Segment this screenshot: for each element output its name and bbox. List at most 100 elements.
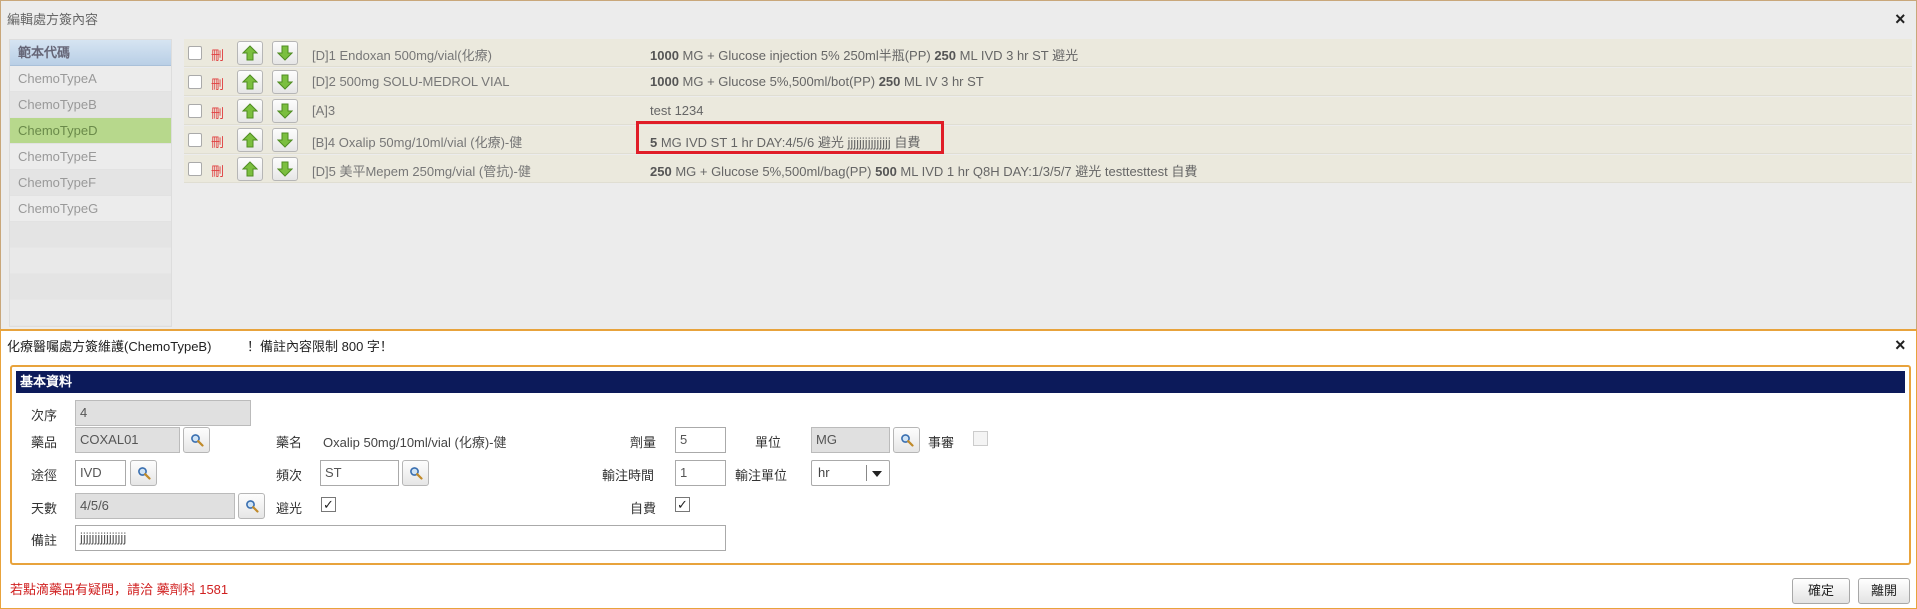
delete-link[interactable]: 刪	[211, 132, 224, 151]
move-up-button[interactable]	[237, 128, 263, 152]
row-checkbox[interactable]	[188, 162, 202, 176]
section-title: 基本資料	[16, 371, 1905, 393]
prescription-row[interactable]: 刪 [A]3 test 1234	[184, 97, 1912, 125]
arrow-down-icon	[277, 103, 293, 119]
close-icon[interactable]: ×	[1895, 336, 1906, 354]
magnifier-icon	[191, 434, 204, 447]
arrow-down-icon	[277, 45, 293, 61]
freq-label: 頻次	[276, 468, 303, 483]
self-pay-label: 自費	[630, 501, 657, 516]
route-field[interactable]: IVD	[75, 460, 126, 486]
freq-search-button[interactable]	[402, 460, 429, 486]
delete-link[interactable]: 刪	[211, 45, 224, 64]
arrow-up-icon	[242, 103, 258, 119]
move-up-button[interactable]	[237, 70, 263, 94]
prescription-row[interactable]: 刪 [D]1 Endoxan 500mg/vial(化療) 1000 MG + …	[184, 39, 1912, 67]
drug-code-field[interactable]: COXAL01	[75, 427, 180, 453]
row-dose: 250	[650, 164, 672, 179]
row-dose: 1000	[650, 74, 679, 89]
row-detail: 5 MG IVD ST 1 hr DAY:4/5/6 避光 jjjjjjjjjj…	[650, 132, 920, 151]
row-checkbox[interactable]	[188, 104, 202, 118]
arrow-up-icon	[242, 45, 258, 61]
sidebar-item-chemotypea[interactable]: ChemoTypeA	[10, 66, 171, 92]
light-protect-label: 避光	[276, 501, 303, 516]
drug-search-button[interactable]	[183, 427, 210, 453]
sidebar-item-chemotypeb[interactable]: ChemoTypeB	[10, 92, 171, 118]
close-icon[interactable]: ×	[1895, 10, 1906, 28]
drug-name-value: Oxalip 50mg/10ml/vial (化療)-健	[323, 435, 507, 450]
row-dose: 1000	[650, 48, 679, 63]
freq-field[interactable]: ST	[320, 460, 399, 486]
row-detail-a: MG IVD ST 1 hr DAY:4/5/6 避光 jjjjjjjjjjjj…	[657, 135, 921, 150]
row-drug-name: [A]3	[312, 103, 336, 118]
row-detail-a: MG + Glucose injection 5% 250ml半瓶(PP)	[678, 48, 935, 63]
arrow-down-icon	[277, 132, 293, 148]
infuse-time-field[interactable]: 1	[675, 460, 726, 486]
seq-field[interactable]: 4	[75, 400, 251, 426]
dialog-title: 化療醫囑處方簽維護(ChemoTypeB)	[7, 339, 212, 354]
row-checkbox[interactable]	[188, 46, 202, 60]
unit-field[interactable]: MG	[811, 427, 890, 453]
sidebar-item-chemotypeg[interactable]: ChemoTypeG	[10, 196, 171, 222]
review-checkbox[interactable]	[973, 431, 988, 446]
move-up-button[interactable]	[237, 41, 263, 65]
row-drug-name: [D]1 Endoxan 500mg/vial(化療)	[312, 48, 492, 63]
remark-field[interactable]: jjjjjjjjjjjjjjjj	[75, 525, 726, 551]
row-drug-name: [D]5 美平Mepem 250mg/vial (管抗)-健	[312, 164, 531, 179]
row-drug-name: [B]4 Oxalip 50mg/10ml/vial (化療)-健	[312, 135, 523, 150]
infuse-time-label: 輸注時間	[602, 468, 655, 483]
row-checkbox[interactable]	[188, 75, 202, 89]
select-separator	[866, 465, 867, 481]
move-down-button[interactable]	[272, 41, 298, 65]
days-field[interactable]: 4/5/6	[75, 493, 235, 519]
arrow-up-icon	[242, 74, 258, 90]
move-down-button[interactable]	[272, 99, 298, 123]
arrow-down-icon	[277, 161, 293, 177]
row-volume: 500	[875, 164, 897, 179]
confirm-button[interactable]: 確定	[1792, 578, 1850, 604]
dose-label: 劑量	[630, 435, 657, 450]
delete-link[interactable]: 刪	[211, 161, 224, 180]
move-up-button[interactable]	[237, 157, 263, 181]
sidebar-item-chemotyped[interactable]: ChemoTypeD	[10, 118, 171, 144]
move-down-button[interactable]	[272, 157, 298, 181]
basic-info-panel: 基本資料 次序 4 藥品 COXAL01 藥名 Oxalip 50mg/10ml…	[10, 365, 1911, 565]
drug-label: 藥品	[31, 435, 58, 450]
edit-prescription-window: 編輯處方簽內容 × 範本代碼 ChemoTypeA ChemoTypeB Che…	[0, 0, 1917, 330]
row-detail-b: ML IV 3 hr ST	[900, 74, 984, 89]
self-pay-checkbox[interactable]: ✓	[675, 497, 690, 512]
chemo-order-dialog: 化療醫囑處方簽維護(ChemoTypeB) ！備註內容限制 800 字！ × 基…	[0, 329, 1917, 609]
row-detail: 1000 MG + Glucose 5%,500ml/bot(PP) 250 M…	[650, 74, 984, 89]
infuse-unit-select[interactable]: hr	[811, 460, 890, 486]
review-label: 事審	[928, 435, 955, 450]
prescription-row[interactable]: 刪 [B]4 Oxalip 50mg/10ml/vial (化療)-健 5 MG…	[184, 126, 1912, 154]
seq-label: 次序	[31, 408, 58, 423]
dose-field[interactable]: 5	[675, 427, 726, 453]
prescription-row[interactable]: 刪 [D]5 美平Mepem 250mg/vial (管抗)-健 250 MG …	[184, 155, 1912, 183]
row-detail: 1000 MG + Glucose injection 5% 250ml半瓶(P…	[650, 45, 1078, 64]
move-up-button[interactable]	[237, 99, 263, 123]
row-detail-a: MG + Glucose 5%,500ml/bot(PP)	[678, 74, 879, 89]
window-title: 編輯處方簽內容	[7, 12, 99, 27]
row-detail-a: MG + Glucose 5%,500ml/bag(PP)	[671, 164, 876, 179]
magnifier-icon	[901, 434, 914, 447]
unit-search-button[interactable]	[893, 427, 920, 453]
move-down-button[interactable]	[272, 128, 298, 152]
leave-button[interactable]: 離開	[1858, 578, 1910, 604]
row-volume: 250	[934, 48, 957, 63]
route-search-button[interactable]	[130, 460, 157, 486]
row-checkbox[interactable]	[188, 133, 202, 147]
sidebar-item-chemotypee[interactable]: ChemoTypeE	[10, 144, 171, 170]
delete-link[interactable]: 刪	[211, 103, 224, 122]
infuse-unit-label: 輸注單位	[735, 468, 788, 483]
delete-link[interactable]: 刪	[211, 74, 224, 93]
row-drug-name: [D]2 500mg SOLU-MEDROL VIAL	[312, 74, 510, 89]
template-sidebar: 範本代碼 ChemoTypeA ChemoTypeB ChemoTypeD Ch…	[9, 39, 172, 327]
magnifier-icon	[410, 467, 423, 480]
days-search-button[interactable]	[238, 493, 265, 519]
prescription-row[interactable]: 刪 [D]2 500mg SOLU-MEDROL VIAL 1000 MG + …	[184, 68, 1912, 96]
move-down-button[interactable]	[272, 70, 298, 94]
light-protect-checkbox[interactable]: ✓	[321, 497, 336, 512]
sidebar-item-chemotypef[interactable]: ChemoTypeF	[10, 170, 171, 196]
days-label: 天數	[31, 501, 58, 516]
